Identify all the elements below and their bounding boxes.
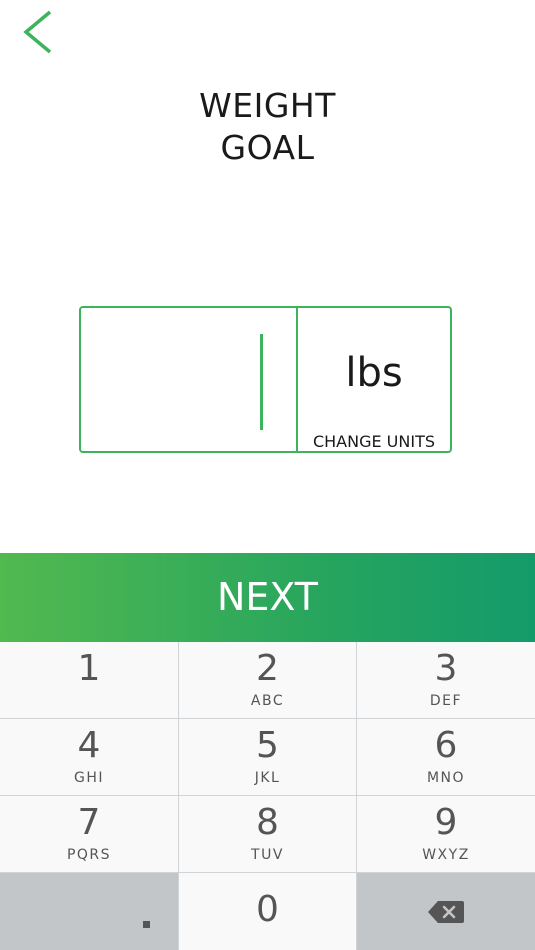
title-line-1: WEIGHT [199,86,336,125]
units-panel: lbs CHANGE UNITS [298,308,450,451]
weight-goal-screen: WEIGHT GOAL lbs CHANGE UNITS NEXT 1 2 AB… [0,0,535,950]
key-digit: 4 [77,725,101,766]
key-2[interactable]: 2 ABC [179,642,356,718]
key-letters: TUV [251,847,284,863]
key-8[interactable]: 8 TUV [179,796,356,872]
backspace-icon [428,901,464,923]
weight-entry-box: lbs CHANGE UNITS [79,306,452,453]
key-letters: JKL [254,770,281,786]
key-3[interactable]: 3 DEF [357,642,535,718]
key-digit: 2 [256,648,279,689]
key-digit: 0 [256,889,279,930]
key-digit: 1 [77,648,101,689]
page-title: WEIGHT GOAL [0,85,535,169]
key-digit: 8 [256,802,279,843]
key-5[interactable]: 5 JKL [179,719,356,795]
title-line-2: GOAL [220,128,315,167]
key-letters: PQRS [66,847,112,863]
key-7[interactable]: 7 PQRS [0,796,178,872]
key-digit: 5 [256,725,279,766]
key-digit: 7 [77,802,101,843]
numeric-keypad: 1 2 ABC 3 DEF 4 GHI 5 JKL 6 MNO 7 PQRS 8… [0,642,535,950]
key-letters: DEF [429,693,463,709]
key-4[interactable]: 4 GHI [0,719,178,795]
key-1[interactable]: 1 [0,642,178,718]
key-letters: MNO [426,770,466,786]
back-button[interactable] [18,8,62,56]
key-9[interactable]: 9 WXYZ [357,796,535,872]
change-units-button[interactable]: CHANGE UNITS [298,432,450,451]
decimal-dot-icon [143,921,150,928]
key-digit: 9 [434,802,458,843]
next-button[interactable]: NEXT [0,553,535,642]
key-decimal[interactable]: . [0,873,178,950]
key-digit: 3 [434,648,458,689]
key-0[interactable]: 0 [179,873,356,950]
key-6[interactable]: 6 MNO [357,719,535,795]
key-letters: GHI [73,770,104,786]
weight-input[interactable] [81,308,298,451]
key-digit: 6 [434,725,458,766]
unit-label: lbs [345,350,403,396]
key-letters: WXYZ [422,847,470,863]
key-letters: ABC [250,693,285,709]
backspace-key[interactable] [357,873,535,950]
chevron-left-icon [23,10,52,54]
text-caret [260,334,263,430]
